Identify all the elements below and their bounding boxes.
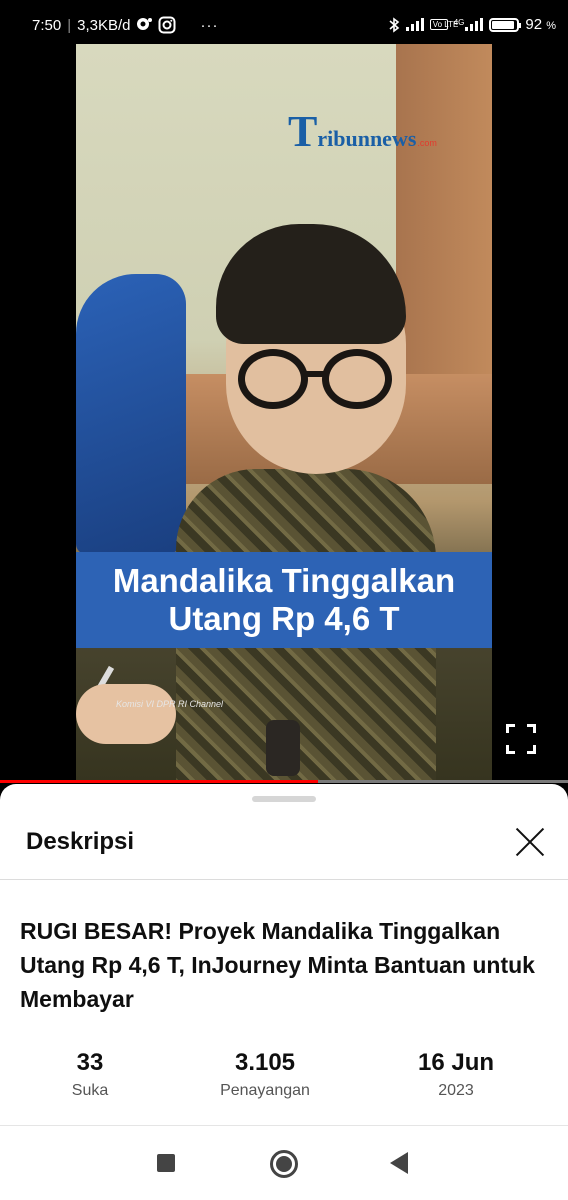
video-frame[interactable]: T ribunnews .com Mandalika Tinggalkan Ut… <box>76 44 492 782</box>
hand <box>76 684 176 744</box>
wristwatch <box>266 720 300 776</box>
sheet-drag-handle[interactable] <box>252 796 316 802</box>
views-stat: 3.105 Penayangan <box>200 1048 330 1104</box>
status-right: Vo LTE 4G 92 % <box>388 16 556 33</box>
battery-percent: 92 % <box>525 16 556 33</box>
divider <box>0 879 568 880</box>
publish-year: 2023 <box>438 1082 474 1099</box>
fullscreen-corner <box>527 724 536 733</box>
tribunnews-logo: T ribunnews .com <box>288 107 437 156</box>
video-progress-fill <box>0 780 319 783</box>
status-bar: 7:50 | 3,3KB/d ··· Vo LTE 4G 92 % <box>0 0 568 44</box>
fullscreen-corner <box>506 724 515 733</box>
glasses-lens-left <box>238 349 308 409</box>
sheet-title: Deskripsi <box>26 828 135 855</box>
system-nav-bar <box>0 1125 568 1200</box>
likes-count: 33 <box>76 1049 104 1076</box>
views-label: Penayangan <box>220 1082 310 1099</box>
caption-line-1: Mandalika Tinggalkan <box>112 562 456 599</box>
fullscreen-corner <box>506 745 515 754</box>
video-title: RUGI BESAR! Proyek Mandalika Tinggalkan … <box>20 918 535 1012</box>
background-person <box>76 274 186 554</box>
channel-watermark: Komisi VI DPR RI Channel <box>116 699 224 709</box>
battery-icon <box>489 17 522 32</box>
clock: 7:50 <box>32 16 62 34</box>
views-count: 3.105 <box>234 1049 296 1076</box>
network-type: 4G <box>454 18 484 31</box>
publish-date: 16 Jun <box>417 1049 495 1076</box>
description-sheet: Deskripsi RUGI BESAR! Proyek Mandalika T… <box>0 784 568 1136</box>
likes-label: Suka <box>71 1082 109 1099</box>
caption-line-2: Utang Rp 4,6 T <box>168 600 400 637</box>
fullscreen-corner <box>527 745 536 754</box>
volte-icon: Vo LTE <box>429 19 458 30</box>
speaker-hair <box>216 224 406 344</box>
net-speed: 3,3KB/d <box>77 16 131 34</box>
status-left: 7:50 | 3,3KB/d ··· <box>32 16 218 34</box>
glasses-lens-right <box>322 349 392 409</box>
bluetooth-icon <box>389 16 399 33</box>
signal-icon-2 <box>465 18 484 31</box>
fullscreen-icon[interactable] <box>506 724 536 754</box>
more-notifications-icon: ··· <box>200 16 219 34</box>
chat-notification-icon <box>137 18 153 30</box>
home-icon[interactable] <box>270 1150 298 1178</box>
video-progress-bar[interactable] <box>0 780 568 783</box>
date-stat: 16 Jun 2023 <box>400 1048 512 1104</box>
likes-stat: 33 Suka <box>40 1048 140 1104</box>
close-icon[interactable] <box>514 826 546 858</box>
video-player[interactable]: T ribunnews .com Mandalika Tinggalkan Ut… <box>0 44 568 782</box>
instagram-icon <box>158 16 176 34</box>
separator: | <box>67 16 72 34</box>
video-caption: Mandalika Tinggalkan Utang Rp 4,6 T <box>76 552 492 648</box>
recents-icon[interactable] <box>157 1154 175 1172</box>
glasses <box>238 349 418 409</box>
signal-icon <box>405 18 424 31</box>
back-icon[interactable] <box>390 1152 408 1174</box>
